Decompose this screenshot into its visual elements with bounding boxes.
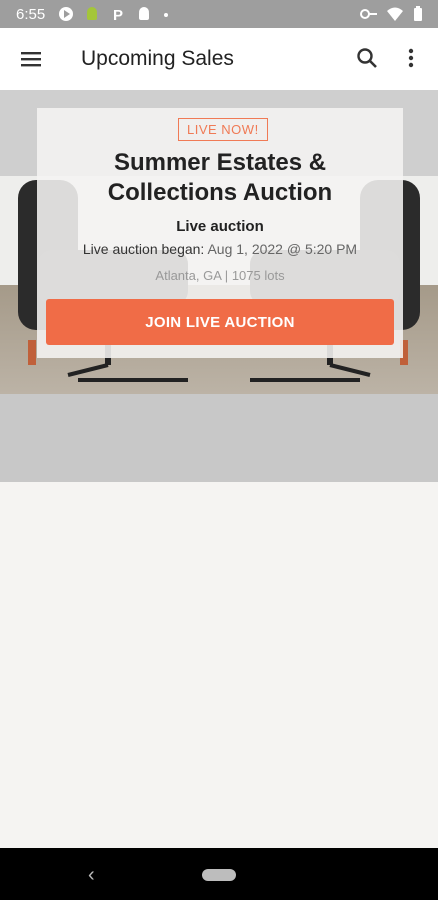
sale-lot-count: 1075 lots — [231, 268, 285, 283]
svg-text:P: P — [113, 7, 123, 22]
back-icon[interactable]: ‹ — [88, 864, 95, 887]
sale-meta-separator: | — [224, 268, 229, 283]
sale-meta: Atlanta, GA | 1075 lots — [37, 268, 403, 283]
sale-location: Atlanta, GA — [155, 268, 222, 283]
wifi-icon — [387, 7, 403, 21]
status-bar: 6:55 P — [0, 0, 438, 28]
android-icon — [87, 7, 97, 20]
play-icon — [59, 7, 73, 21]
sale-title-line1: Summer Estates & — [113, 149, 327, 176]
sale-title: Summer Estates & Collections Auction — [37, 148, 403, 208]
notification-icons: P — [58, 6, 170, 22]
menu-icon[interactable] — [18, 46, 44, 72]
join-live-auction-button[interactable]: JOIN LIVE AUCTION — [46, 299, 394, 345]
content-placeholder-band — [0, 394, 438, 482]
dot-icon — [164, 13, 168, 17]
system-icons — [360, 6, 424, 22]
live-now-badge: LIVE NOW! — [178, 118, 268, 141]
sale-type: Live auction — [176, 218, 264, 235]
home-pill-icon[interactable] — [202, 869, 236, 881]
system-nav-bar: ‹ — [0, 848, 438, 900]
battery-icon — [414, 6, 422, 21]
page-title: Upcoming Sales — [81, 47, 234, 70]
search-icon[interactable] — [354, 45, 380, 71]
sale-start-value: Aug 1, 2022 @ 5:20 PM — [207, 241, 358, 257]
more-options-icon[interactable] — [398, 45, 424, 71]
sale-title-line2: Collections Auction — [107, 179, 333, 206]
key-icon — [360, 9, 377, 19]
sale-card[interactable]: LIVE NOW! Summer Estates & Collections A… — [37, 108, 403, 358]
parking-icon: P — [113, 7, 123, 22]
sale-start-label: Live auction began: — [82, 241, 205, 257]
sale-start-info: Live auction began: Aug 1, 2022 @ 5:20 P… — [37, 241, 403, 257]
app-bar: Upcoming Sales — [0, 28, 438, 90]
status-time: 6:55 — [16, 6, 46, 23]
android-icon-2 — [139, 7, 149, 20]
